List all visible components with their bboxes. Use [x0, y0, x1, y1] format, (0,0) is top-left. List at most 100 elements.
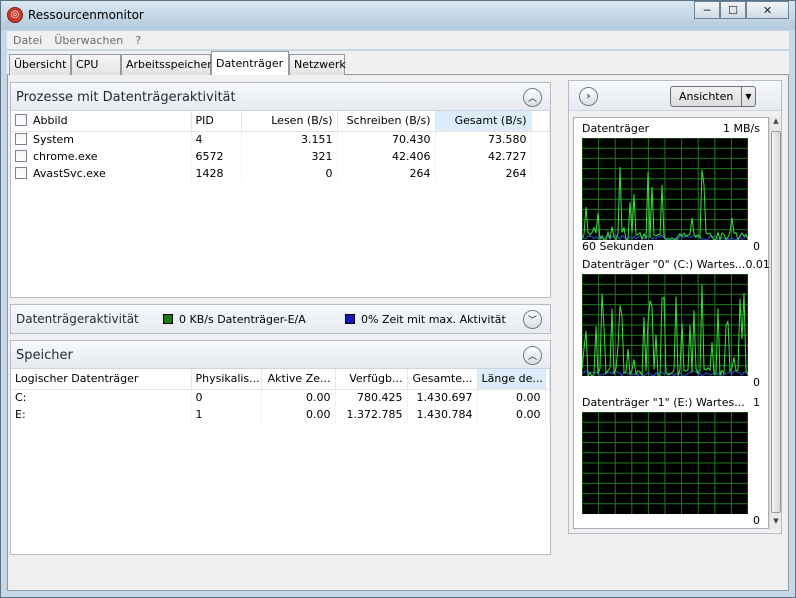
drive-physical: 0 — [191, 389, 262, 406]
graphs-area: Datenträger 1 MB/s 60 Sekunden 0 Datentr… — [573, 117, 770, 529]
tab-netzwerk[interactable]: Netzwerk — [289, 54, 346, 75]
process-pid: 4 — [191, 131, 242, 148]
graph-title: Datenträger — [582, 122, 650, 135]
activity-title: Datenträgeraktivität — [16, 312, 139, 326]
drive-available: 780.425 — [335, 389, 408, 406]
minimize-button[interactable]: ─ — [694, 1, 720, 19]
menu-bar: Datei Überwachen ? — [7, 31, 789, 49]
col-header-pid[interactable]: PID — [191, 111, 242, 132]
tab-arbeitsspeicher[interactable]: Arbeitsspeicher — [121, 54, 212, 75]
chevron-down-icon[interactable]: ▼ — [741, 86, 755, 107]
col-header-blank — [545, 369, 550, 390]
resource-monitor-icon: ◎ — [7, 7, 23, 23]
processes-header[interactable]: Prozesse mit Datenträgeraktivität ︿ — [11, 83, 550, 111]
disk-0-graph — [582, 274, 748, 376]
collapse-processes-button[interactable]: ︿ — [523, 88, 542, 107]
graph-panel-header: › Ansichten ▼ — [569, 81, 781, 111]
table-row[interactable]: E: 1 0.00 1.372.785 1.430.784 0.00 — [11, 406, 550, 423]
processes-title: Prozesse mit Datenträgeraktivität — [16, 90, 236, 105]
storage-title: Speicher — [16, 348, 73, 363]
expand-activity-button[interactable]: ﹀ — [523, 310, 542, 329]
col-header-available[interactable]: Verfügb... — [335, 369, 408, 390]
row-checkbox[interactable] — [15, 150, 27, 162]
col-header-queue-length[interactable]: Länge de... — [476, 369, 546, 390]
col-header-schreiben[interactable]: Schreiben (B/s) — [337, 111, 436, 132]
process-name: System — [33, 133, 75, 147]
col-header-total[interactable]: Gesamte... — [407, 369, 478, 390]
graphs-scrollbar[interactable]: ▲ ▼ — [769, 117, 781, 529]
col-header-abbild[interactable]: Abbild — [11, 111, 192, 132]
graph-min: 0 — [753, 514, 760, 527]
graph-footer: 0 — [582, 514, 760, 528]
row-checkbox[interactable] — [15, 133, 27, 146]
process-total: 73.580 — [435, 131, 532, 148]
process-pid: 1428 — [191, 165, 242, 182]
col-header-active-time[interactable]: Aktive Ze... — [261, 369, 336, 390]
graph-header: Datenträger 1 MB/s — [582, 122, 760, 136]
drive-letter: E: — [11, 406, 192, 423]
time-indicator: 0% Zeit mit max. Aktivität — [345, 313, 506, 326]
col-header-blank — [531, 111, 550, 132]
processes-table: Abbild PID Lesen (B/s) Schreiben (B/s) G… — [11, 111, 550, 182]
table-row[interactable]: chrome.exe 6572 321 42.406 42.727 — [11, 148, 550, 165]
process-pid: 6572 — [191, 148, 242, 165]
activity-header[interactable]: Datenträgeraktivität 0 KB/s Datenträger-… — [11, 305, 550, 333]
drive-letter: C: — [11, 389, 192, 406]
tab-content: Prozesse mit Datenträgeraktivität ︿ Abbi… — [7, 75, 789, 591]
process-write: 264 — [337, 165, 436, 182]
graph-footer: 60 Sekunden 0 — [582, 240, 760, 254]
table-row[interactable]: System 4 3.151 70.430 73.580 — [11, 131, 550, 148]
drive-physical: 1 — [191, 406, 262, 423]
select-all-checkbox[interactable] — [15, 114, 27, 127]
graph-title: Datenträger "1" (E:) Wartes... — [582, 396, 745, 409]
col-header-physical[interactable]: Physikalis... — [191, 369, 262, 390]
storage-table: Logischer Datenträger Physikalis... Akti… — [11, 369, 550, 423]
title-bar[interactable]: ◎ Ressourcenmonitor ─ ☐ ✕ — [1, 1, 795, 29]
expand-graphs-button[interactable]: › — [579, 87, 598, 106]
graph-scale: 0.01 — [745, 258, 770, 271]
tab-datentraeger[interactable]: Datenträger — [211, 51, 289, 76]
graph-header: Datenträger "1" (E:) Wartes... 1 — [582, 396, 760, 410]
process-read: 0 — [241, 165, 338, 182]
tab-cpu[interactable]: CPU — [71, 54, 121, 75]
close-button[interactable]: ✕ — [746, 1, 789, 19]
processes-section: Prozesse mit Datenträgeraktivität ︿ Abbi… — [10, 82, 551, 298]
collapse-storage-button[interactable]: ︿ — [523, 346, 542, 365]
drive-total: 1.430.784 — [407, 406, 478, 423]
activity-section: Datenträgeraktivität 0 KB/s Datenträger-… — [10, 304, 551, 334]
scrollbar-thumb[interactable] — [771, 131, 781, 513]
menu-help[interactable]: ? — [129, 34, 147, 47]
menu-ueberwachen[interactable]: Überwachen — [48, 34, 129, 47]
table-row[interactable]: C: 0 0.00 780.425 1.430.697 0.00 — [11, 389, 550, 406]
drive-active-time: 0.00 — [261, 406, 336, 423]
menu-datei[interactable]: Datei — [7, 34, 48, 47]
time-label: 0% Zeit mit max. Aktivität — [361, 313, 506, 326]
time-legend-swatch — [345, 314, 355, 324]
graph-min: 0 — [753, 376, 760, 389]
col-header-logical-drive[interactable]: Logischer Datenträger — [11, 369, 192, 390]
resource-monitor-window: ◎ Ressourcenmonitor ─ ☐ ✕ Datei Überwach… — [0, 0, 796, 598]
disk-total-graph — [582, 138, 748, 240]
process-write: 42.406 — [337, 148, 436, 165]
col-header-lesen[interactable]: Lesen (B/s) — [241, 111, 338, 132]
graph-disk-total: Datenträger 1 MB/s 60 Sekunden 0 — [574, 122, 768, 254]
graph-disk-1: Datenträger "1" (E:) Wartes... 1 0 — [574, 396, 768, 528]
scroll-up-arrow[interactable]: ▲ — [770, 117, 782, 129]
storage-header[interactable]: Speicher ︿ — [11, 341, 550, 369]
tab-uebersicht[interactable]: Übersicht — [9, 54, 71, 75]
drive-queue: 0.00 — [477, 406, 546, 423]
process-write: 70.430 — [337, 131, 436, 148]
process-total: 42.727 — [435, 148, 532, 165]
maximize-button[interactable]: ☐ — [720, 1, 746, 19]
views-dropdown[interactable]: Ansichten ▼ — [670, 86, 756, 107]
process-read: 3.151 — [241, 131, 338, 148]
row-checkbox[interactable] — [15, 167, 27, 179]
scroll-down-arrow[interactable]: ▼ — [770, 517, 782, 529]
disk-1-graph — [582, 412, 748, 514]
graph-footer: 0 — [582, 376, 760, 390]
graph-time-span: 60 Sekunden — [582, 240, 654, 253]
graph-disk-0: Datenträger "0" (C:) Wartes... 0.01 0 — [574, 258, 770, 390]
table-row[interactable]: AvastSvc.exe 1428 0 264 264 — [11, 165, 550, 182]
graph-title: Datenträger "0" (C:) Wartes... — [582, 258, 746, 271]
col-header-gesamt[interactable]: Gesamt (B/s) — [434, 111, 532, 132]
